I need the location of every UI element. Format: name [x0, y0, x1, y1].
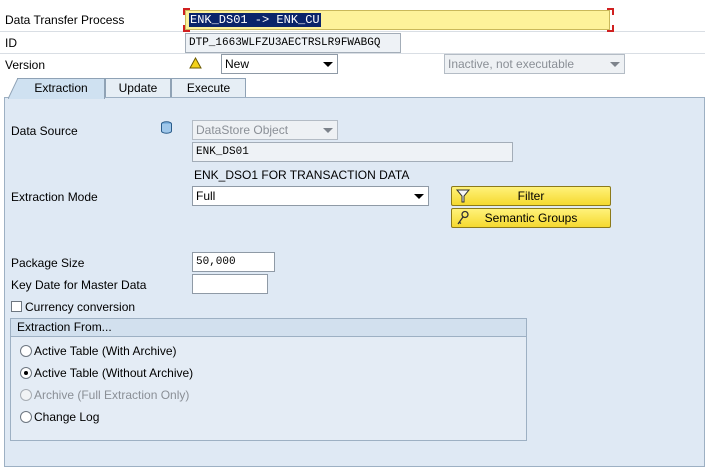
key-date-input[interactable]	[192, 274, 268, 294]
semantic-groups-button-label: Semantic Groups	[484, 211, 578, 225]
data-source-label: Data Source	[11, 124, 78, 138]
focus-corner-icon	[607, 8, 614, 15]
package-size-input[interactable]: 50,000	[192, 252, 275, 272]
chevron-down-icon	[323, 128, 333, 133]
row-divider	[0, 31, 705, 32]
radio-label: Active Table (With Archive)	[34, 344, 177, 358]
id-field: DTP_1663WLFZU3AECTRSLR9FWABGQ	[185, 33, 401, 53]
data-source-name-field: ENK_DS01	[192, 142, 513, 162]
filter-button[interactable]: Filter	[451, 186, 611, 206]
package-size-label: Package Size	[11, 256, 85, 270]
key-date-label: Key Date for Master Data	[11, 278, 147, 292]
id-label: ID	[5, 36, 17, 50]
currency-conversion-label: Currency conversion	[25, 300, 136, 314]
radio-label: Change Log	[34, 410, 100, 424]
warning-triangle-icon	[189, 57, 202, 69]
tab-edge-decoration	[8, 78, 18, 99]
filter-button-label: Filter	[517, 189, 545, 203]
data-source-type-dropdown: DataStore Object	[192, 120, 338, 140]
database-icon	[161, 121, 172, 134]
focus-corner-icon	[607, 25, 614, 32]
radio-active-table-with-archive[interactable]	[20, 345, 32, 357]
radio-label: Active Table (Without Archive)	[34, 366, 194, 380]
version-dropdown[interactable]: New	[221, 54, 338, 74]
currency-conversion-checkbox[interactable]	[11, 301, 22, 312]
tab-update-label: Update	[118, 81, 158, 95]
tab-update[interactable]: Update	[105, 78, 171, 98]
version-label: Version	[5, 58, 46, 72]
status-value: Inactive, not executable	[448, 57, 575, 71]
data-source-type-value: DataStore Object	[196, 123, 289, 137]
focus-corner-icon	[183, 25, 190, 32]
dtp-name-selected-text: ENK_DS01 -> ENK_CU	[189, 13, 321, 27]
chevron-down-icon	[323, 62, 333, 67]
chevron-down-icon	[414, 194, 424, 199]
radio-change-log[interactable]	[20, 411, 32, 423]
extraction-mode-dropdown[interactable]: Full	[192, 186, 429, 206]
tab-execute[interactable]: Execute	[171, 78, 246, 98]
data-source-description: ENK_DSO1 FOR TRANSACTION DATA	[194, 168, 410, 182]
extraction-mode-value: Full	[196, 189, 216, 203]
extraction-from-group: Extraction From... Active Table (With Ar…	[10, 318, 527, 441]
radio-label: Archive (Full Extraction Only)	[34, 388, 190, 402]
dtp-label: Data Transfer Process	[5, 13, 125, 27]
chevron-down-icon	[610, 62, 620, 67]
radio-archive-full-extraction	[20, 389, 32, 401]
extraction-from-title: Extraction From...	[11, 319, 526, 337]
semantic-groups-button[interactable]: Semantic Groups	[451, 208, 611, 228]
focus-corner-icon	[183, 8, 190, 15]
tab-extraction[interactable]: Extraction	[17, 78, 105, 99]
radio-active-table-without-archive[interactable]	[20, 367, 32, 379]
version-value: New	[225, 57, 250, 71]
key-icon	[457, 210, 469, 225]
tab-execute-label: Execute	[186, 81, 231, 95]
status-dropdown: Inactive, not executable	[444, 54, 625, 74]
tab-extraction-label: Extraction	[34, 81, 88, 95]
dtp-name-field[interactable]: ENK_DS01 -> ENK_CU	[185, 10, 610, 30]
extraction-mode-label: Extraction Mode	[11, 190, 98, 204]
filter-funnel-icon	[455, 189, 471, 203]
